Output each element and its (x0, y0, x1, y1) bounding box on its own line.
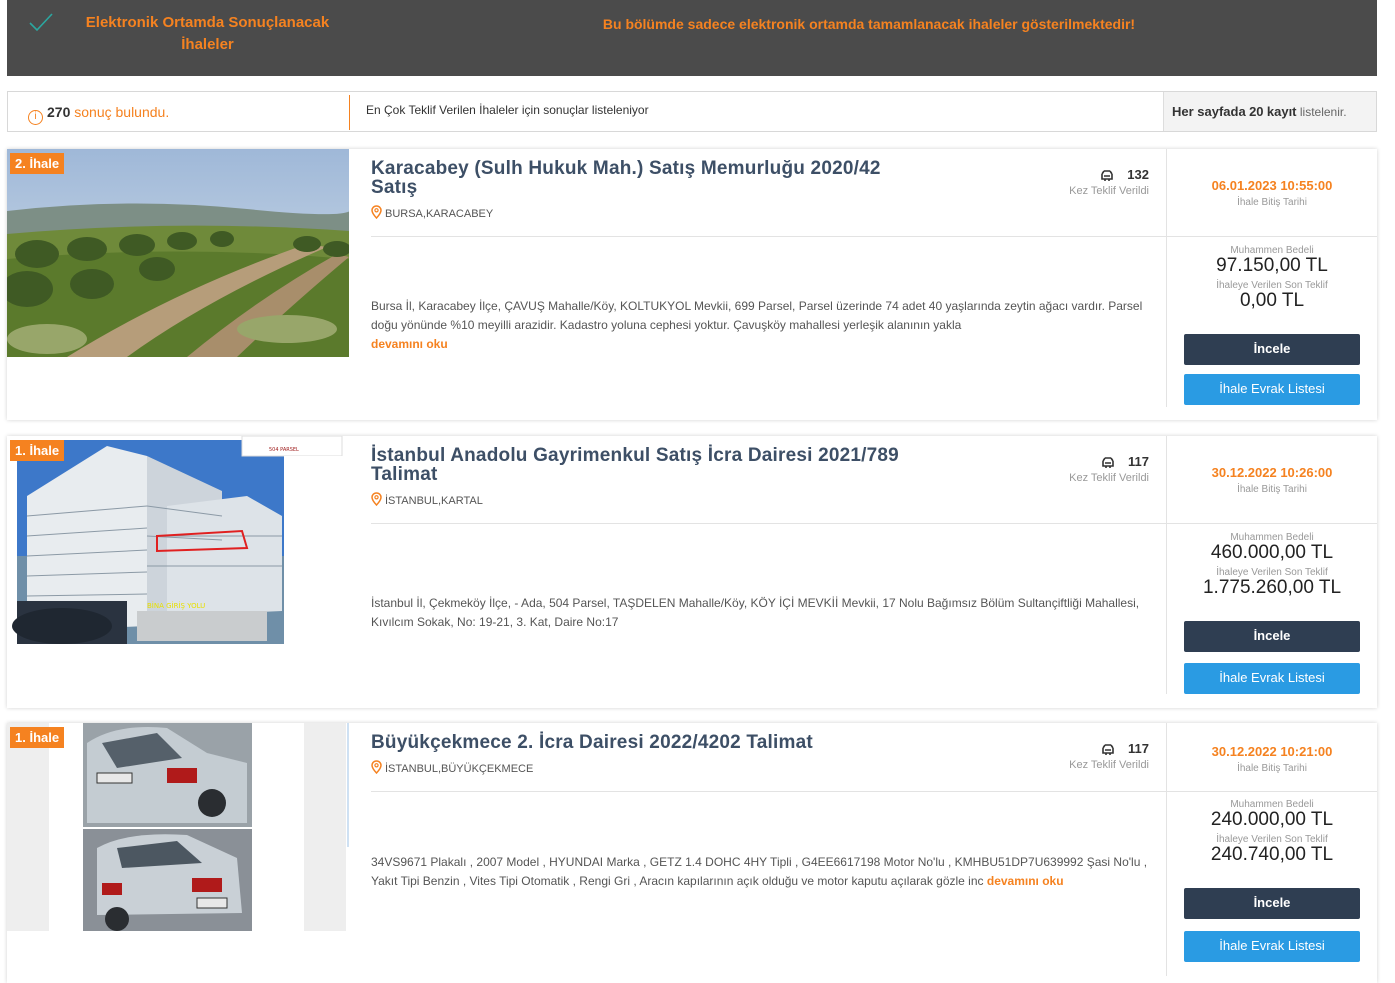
divider (349, 95, 350, 130)
apartment-building-photo: BİNA GİRİŞ YOLU 504 PARSEL (7, 436, 349, 644)
listing-card: 2. İhale Karacabey (Sulh Hukuk Mah.) Sat… (7, 149, 1377, 420)
documents-button[interactable]: İhale Evrak Listesi (1184, 374, 1360, 405)
listing-location: İSTANBUL,KARTAL (371, 492, 931, 507)
end-date-label: İhale Bitiş Tarihi (1237, 484, 1307, 495)
bid-count-number: 117 (1128, 454, 1149, 469)
sort-suffix: için sonuçlar listeleniyor (521, 103, 649, 117)
end-date: 30.12.2022 10:26:00 (1211, 465, 1333, 480)
listing-image[interactable]: 2. İhale (7, 149, 349, 357)
end-date-label: İhale Bitiş Tarihi (1237, 763, 1307, 774)
listing-title[interactable]: Karacabey (Sulh Hukuk Mah.) Satış Memurl… (371, 159, 931, 197)
per-page-prefix: Her sayfada (1172, 104, 1246, 119)
per-page-middle: kayıt (1266, 104, 1297, 119)
description-text: İstanbul İl, Çekmeköy İlçe, - Ada, 504 P… (371, 596, 1140, 629)
listing-description: 34VS9671 Plakalı , 2007 Model , HYUNDAI … (371, 853, 1151, 891)
auction-round-badge: 1. İhale (10, 440, 65, 461)
listing-description: İstanbul İl, Çekmeköy İlçe, - Ada, 504 P… (371, 594, 1151, 632)
bid-count-label: Kez Teklif Verildi (1069, 472, 1149, 484)
estimated-price: 240.000,00 TL (1210, 809, 1334, 830)
divider (371, 236, 1166, 237)
result-bar: i 270 sonuç bulundu. En Çok Teklif Verile… (7, 91, 1377, 132)
car-photo (7, 723, 349, 931)
check-icon (29, 13, 53, 32)
bid-count-label: Kez Teklif Verildi (1069, 759, 1149, 771)
location-text: BURSA,KARACABEY (385, 208, 494, 220)
documents-button[interactable]: İhale Evrak Listesi (1184, 663, 1360, 694)
auction-round-badge: 2. İhale (10, 153, 65, 174)
description-text: Bursa İl, Karacabey İlçe, ÇAVUŞ Mahalle/… (371, 299, 1143, 332)
per-page-suffix: listelenir. (1299, 105, 1347, 119)
estimated-price: 97.150,00 TL (1216, 255, 1328, 276)
bid-count: 132 Kez Teklif Verildi (1069, 167, 1149, 197)
bid-count-label: Kez Teklif Verildi (1069, 185, 1149, 197)
documents-button[interactable]: İhale Evrak Listesi (1184, 931, 1360, 962)
last-bid: 1.775.260,00 TL (1202, 577, 1342, 598)
bid-count-number: 132 (1127, 167, 1149, 182)
estimated-price: 460.000,00 TL (1210, 542, 1334, 563)
olive-grove-photo (7, 149, 349, 357)
end-date: 30.12.2022 10:21:00 (1211, 744, 1333, 759)
auction-round-badge: 1. İhale (10, 727, 65, 748)
end-date-label: İhale Bitiş Tarihi (1237, 197, 1307, 208)
listing-image[interactable]: BİNA GİRİŞ YOLU 504 PARSEL 1. İhale (7, 436, 349, 644)
divider (1167, 236, 1377, 237)
image-annotation: 504 PARSEL (269, 447, 299, 453)
divider (1167, 791, 1377, 792)
location-pin-icon (371, 205, 382, 219)
bid-count-number: 117 (1128, 741, 1149, 756)
last-bid: 240.740,00 TL (1210, 844, 1334, 865)
inspect-button[interactable]: İncele (1184, 334, 1360, 365)
location-pin-icon (371, 760, 382, 774)
gavel-icon (1102, 744, 1114, 755)
result-count: i 270 sonuç bulundu. (28, 104, 169, 125)
divider (371, 791, 1166, 792)
listing-card: BİNA GİRİŞ YOLU 504 PARSEL 1. İhale İsta… (7, 436, 1377, 708)
divider (371, 523, 1166, 524)
last-bid: 0,00 TL (1239, 290, 1305, 311)
gavel-icon (1101, 170, 1114, 181)
info-icon: i (28, 110, 43, 125)
per-page-selector[interactable]: Her sayfada 20 kayıt listelenir. (1163, 92, 1376, 131)
location-text: İSTANBUL,BÜYÜKÇEKMECE (385, 763, 534, 775)
per-page-count[interactable]: 20 (1249, 104, 1263, 119)
banner-message: Bu bölümde sadece elektronik ortamda tam… (602, 16, 1136, 32)
banner-title: Elektronik Ortamda Sonuçlanacak İhaleler (85, 14, 330, 53)
read-more-link[interactable]: devamını oku (371, 337, 448, 351)
listing-description: Bursa İl, Karacabey İlçe, ÇAVUŞ Mahalle/… (371, 297, 1151, 354)
read-more-link[interactable]: devamını oku (987, 874, 1064, 888)
gavel-icon (1102, 457, 1114, 468)
listing-location: BURSA,KARACABEY (371, 205, 931, 220)
divider (1167, 523, 1377, 524)
result-count-label: sonuç bulundu. (74, 104, 170, 120)
sort-message: En Çok Teklif Verilen İhaleler için sonu… (366, 103, 649, 117)
inspect-button[interactable]: İncele (1184, 888, 1360, 919)
listing-location: İSTANBUL,BÜYÜKÇEKMECE (371, 760, 931, 775)
top-banner: Elektronik Ortamda Sonuçlanacak İhaleler… (7, 0, 1377, 76)
bid-count: 117 Kez Teklif Verildi (1069, 741, 1149, 771)
inspect-button[interactable]: İncele (1184, 621, 1360, 652)
location-text: İSTANBUL,KARTAL (385, 495, 483, 507)
end-date: 06.01.2023 10:55:00 (1211, 178, 1333, 193)
image-annotation: BİNA GİRİŞ YOLU (147, 601, 205, 610)
listing-card: 1. İhale Büyükçekmece 2. İcra Dairesi 20… (7, 723, 1377, 983)
result-count-number: 270 (47, 104, 71, 120)
listing-image[interactable]: 1. İhale (7, 723, 349, 931)
bid-count: 117 Kez Teklif Verildi (1069, 454, 1149, 484)
listing-title[interactable]: İstanbul Anadolu Gayrimenkul Satış İcra … (371, 446, 931, 484)
sort-name: En Çok Teklif Verilen İhaleler (366, 103, 519, 117)
listing-title[interactable]: Büyükçekmece 2. İcra Dairesi 2022/4202 T… (371, 733, 931, 752)
location-pin-icon (371, 492, 382, 506)
